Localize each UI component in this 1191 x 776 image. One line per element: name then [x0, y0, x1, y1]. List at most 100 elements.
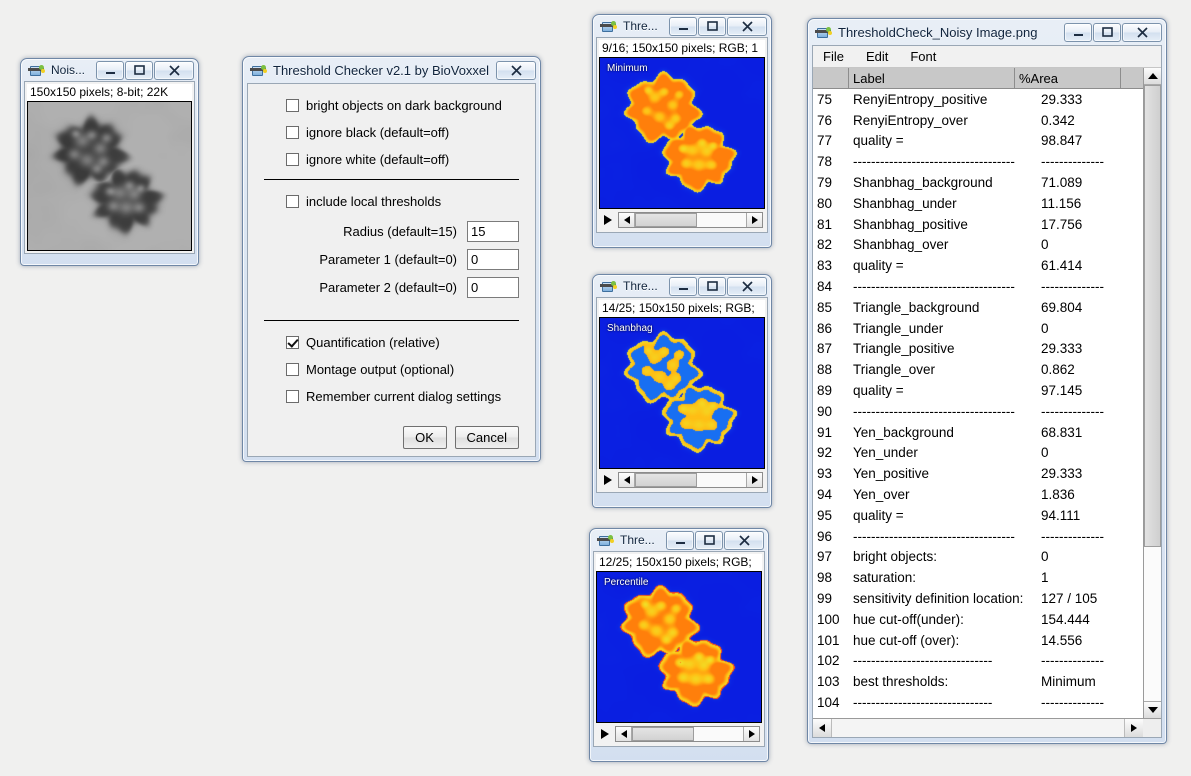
close-icon[interactable]: [496, 60, 536, 80]
dialog-titlebar[interactable]: Threshold Checker v2.1 by BioVoxxel: [243, 57, 540, 83]
minimize-icon[interactable]: [666, 530, 694, 550]
table-row[interactable]: 89 quality = 97.145: [813, 380, 1143, 401]
maximize-icon[interactable]: [698, 16, 726, 36]
table-row[interactable]: 78 ------------------------------------ --…: [813, 151, 1143, 172]
threshold-image-canvas[interactable]: [597, 572, 761, 722]
close-icon[interactable]: [1122, 22, 1162, 42]
image-window-titlebar[interactable]: Thre...: [590, 529, 768, 551]
noisy-image-canvas[interactable]: [28, 102, 191, 250]
table-row[interactable]: 81 Shanbhag_positive 17.756: [813, 214, 1143, 235]
cancel-button[interactable]: Cancel: [454, 426, 519, 449]
table-row[interactable]: 79 Shanbhag_background 71.089: [813, 172, 1143, 193]
minimize-icon[interactable]: [96, 60, 124, 80]
ok-button[interactable]: OK: [402, 426, 447, 449]
menu-edit[interactable]: Edit: [866, 49, 888, 64]
hscroll-track[interactable]: [831, 719, 1125, 737]
noisy-image-canvas-wrap[interactable]: [27, 101, 192, 251]
table-row[interactable]: 87 Triangle_positive 29.333: [813, 339, 1143, 360]
column-header-label[interactable]: Label: [849, 68, 1015, 88]
menu-file[interactable]: File: [823, 49, 844, 64]
table-row[interactable]: 90 ------------------------------------ --…: [813, 401, 1143, 422]
image-window-titlebar[interactable]: Thre...: [593, 275, 771, 297]
column-header-index[interactable]: [813, 68, 849, 88]
checkbox-ignore-white[interactable]: ignore white (default=off): [286, 152, 519, 167]
scrollbar-track[interactable]: [635, 473, 746, 487]
field-parameter-2[interactable]: Parameter 2 (default=0): [264, 277, 519, 298]
table-row[interactable]: 94 Yen_over 1.836: [813, 484, 1143, 505]
maximize-icon[interactable]: [695, 530, 723, 550]
checkbox-remember-settings[interactable]: Remember current dialog settings: [286, 389, 519, 404]
table-row[interactable]: 76 RenyiEntropy_over 0.342: [813, 110, 1143, 131]
table-row[interactable]: 83 quality = 61.414: [813, 255, 1143, 276]
scroll-left-icon[interactable]: [619, 473, 635, 487]
stack-scrollbar[interactable]: [618, 212, 763, 228]
checkbox-montage-output[interactable]: Montage output (optional): [286, 362, 519, 377]
table-row[interactable]: 84 ------------------------------------ --…: [813, 276, 1143, 297]
table-row[interactable]: 99 sensitivity definition location: 127 / …: [813, 588, 1143, 609]
maximize-icon[interactable]: [1093, 22, 1121, 42]
table-row[interactable]: 96 ------------------------------------ --…: [813, 526, 1143, 547]
minimize-icon[interactable]: [1064, 22, 1092, 42]
table-row[interactable]: 103 best thresholds: Minimum: [813, 671, 1143, 692]
table-row[interactable]: 102 ------------------------------- ------…: [813, 651, 1143, 672]
table-row[interactable]: 95 quality = 94.111: [813, 505, 1143, 526]
table-row[interactable]: 82 Shanbhag_over 0: [813, 235, 1143, 256]
close-icon[interactable]: [724, 530, 764, 550]
scrollbar-thumb[interactable]: [635, 473, 698, 487]
scrollbar-thumb[interactable]: [635, 213, 698, 227]
table-row[interactable]: 75 RenyiEntropy_positive 29.333: [813, 89, 1143, 110]
checkbox-box[interactable]: [286, 336, 299, 349]
checkbox-box[interactable]: [286, 195, 299, 208]
scroll-down-icon[interactable]: [1144, 701, 1161, 718]
threshold-image-window-shanbhag[interactable]: Thre... 14/25; 150x150 pixels; RGB; Shan…: [592, 274, 772, 508]
scroll-right-icon[interactable]: [746, 473, 762, 487]
checkbox-box[interactable]: [286, 390, 299, 403]
scrollbar-track[interactable]: [635, 213, 746, 227]
parameter-2-input[interactable]: [467, 277, 519, 298]
radius-input[interactable]: [467, 221, 519, 242]
field-parameter-1[interactable]: Parameter 1 (default=0): [264, 249, 519, 270]
checkbox-include-local-thresholds[interactable]: include local thresholds: [286, 194, 519, 209]
threshold-image-canvas[interactable]: [600, 58, 764, 208]
image-window-titlebar[interactable]: Thre...: [593, 15, 771, 37]
checkbox-box[interactable]: [286, 153, 299, 166]
maximize-icon[interactable]: [125, 60, 153, 80]
scroll-left-icon[interactable]: [616, 727, 632, 741]
scroll-left-icon[interactable]: [813, 719, 831, 737]
table-row[interactable]: 86 Triangle_under 0: [813, 318, 1143, 339]
play-icon[interactable]: [601, 472, 615, 488]
table-row[interactable]: 92 Yen_under 0: [813, 443, 1143, 464]
checkbox-box[interactable]: [286, 126, 299, 139]
image-canvas-wrap[interactable]: Percentile: [596, 571, 762, 723]
image-canvas-wrap[interactable]: Minimum: [599, 57, 765, 209]
close-icon[interactable]: [727, 16, 767, 36]
table-row[interactable]: 85 Triangle_background 69.804: [813, 297, 1143, 318]
table-row[interactable]: 80 Shanbhag_under 11.156: [813, 193, 1143, 214]
threshold-image-window-minimum[interactable]: Thre... 9/16; 150x150 pixels; RGB; 1 Min…: [592, 14, 772, 248]
scroll-right-icon[interactable]: [746, 213, 762, 227]
stack-scrollbar[interactable]: [615, 726, 760, 742]
noisy-image-titlebar[interactable]: Nois...: [21, 59, 198, 81]
noisy-image-window[interactable]: Nois... 150x150 pixels; 8-bit; 22K: [20, 58, 199, 266]
table-row[interactable]: 91 Yen_background 68.831: [813, 422, 1143, 443]
field-radius[interactable]: Radius (default=15): [264, 221, 519, 242]
column-header-area[interactable]: %Area: [1015, 68, 1121, 88]
minimize-icon[interactable]: [669, 276, 697, 296]
parameter-1-input[interactable]: [467, 249, 519, 270]
results-table-body[interactable]: 75 RenyiEntropy_positive 29.333 76 RenyiEntr…: [813, 89, 1143, 718]
menu-font[interactable]: Font: [910, 49, 936, 64]
scroll-up-icon[interactable]: [1144, 68, 1161, 85]
results-vertical-scrollbar[interactable]: [1143, 68, 1161, 718]
scroll-right-icon[interactable]: [743, 727, 759, 741]
table-row[interactable]: 97 bright objects: 0: [813, 547, 1143, 568]
checkbox-box[interactable]: [286, 99, 299, 112]
scrollbar-track[interactable]: [632, 727, 743, 741]
threshold-image-canvas[interactable]: [600, 318, 764, 468]
table-row[interactable]: 101 hue cut-off (over): 14.556: [813, 630, 1143, 651]
checkbox-quantification[interactable]: Quantification (relative): [286, 335, 519, 350]
scrollbar-thumb[interactable]: [632, 727, 695, 741]
threshold-image-window-percentile[interactable]: Thre... 12/25; 150x150 pixels; RGB; Perc…: [589, 528, 769, 762]
play-icon[interactable]: [601, 212, 615, 228]
checkbox-box[interactable]: [286, 363, 299, 376]
threshold-checker-dialog[interactable]: Threshold Checker v2.1 by BioVoxxel brig…: [242, 56, 541, 462]
